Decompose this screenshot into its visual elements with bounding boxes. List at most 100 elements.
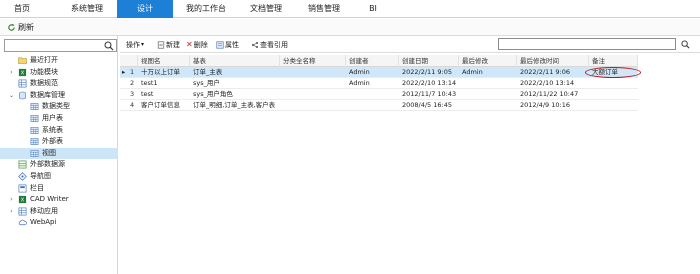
expand-icon[interactable]: › bbox=[8, 196, 15, 203]
new-document-icon bbox=[157, 40, 165, 49]
grid-search-box bbox=[498, 38, 676, 50]
refresh-button[interactable]: 刷新 bbox=[4, 21, 37, 34]
row-number: 4 bbox=[130, 101, 135, 109]
table-cell: 2012/11/7 10:43 bbox=[402, 90, 457, 98]
table-cell bbox=[280, 78, 346, 89]
table-cell: 客户订单信息 bbox=[141, 101, 180, 109]
delete-icon: ✕ bbox=[186, 40, 193, 49]
excel-icon: X bbox=[18, 68, 27, 77]
table-cell: 2012/4/9 10:16 bbox=[520, 101, 570, 109]
table-cell bbox=[280, 89, 346, 100]
tree-item-label: 数据库管理 bbox=[30, 90, 65, 99]
table-row[interactable]: 4 客户订单信息 订单_明细,订单_主表,客户表 2008/4/5 16:45 2012… bbox=[120, 100, 638, 111]
table-cell bbox=[346, 89, 399, 100]
tree-item-label: 系统表 bbox=[42, 125, 63, 134]
tree-item[interactable]: › X CAD Writer bbox=[0, 194, 118, 206]
table-icon bbox=[30, 137, 39, 146]
row-number: 3 bbox=[130, 90, 135, 98]
table-row[interactable]: 2 test1 sys_用户 Admin 2022/2/10 13:14 2022/2/1… bbox=[120, 78, 638, 89]
tab-sales-management[interactable]: 销售管理 bbox=[296, 0, 352, 18]
tree-item[interactable]: ⌄ 数据库管理 bbox=[0, 90, 118, 102]
tree-item[interactable]: 外部数据源 bbox=[0, 159, 118, 171]
table-cell: 2022/2/10 13:14 bbox=[520, 79, 575, 87]
tab-my-workbench[interactable]: 我的工作台 bbox=[176, 0, 236, 18]
table-cell: 2022/2/11 9:05 bbox=[402, 68, 452, 76]
table-cell: 订单_明细,订单_主表,客户表 bbox=[193, 101, 276, 109]
tree-item-label: 导航图 bbox=[30, 171, 51, 180]
tree-item-label: 移动应用 bbox=[30, 206, 58, 215]
expand-icon[interactable]: › bbox=[8, 69, 15, 76]
operate-menu-button[interactable]: 操作 ▾ bbox=[126, 39, 144, 50]
tree-item-label: CAD Writer bbox=[30, 195, 69, 204]
column-header[interactable]: 创建日期 bbox=[399, 55, 459, 67]
table-cell bbox=[459, 78, 517, 89]
tree-item[interactable]: 用户表 bbox=[0, 113, 118, 125]
table-cell bbox=[346, 100, 399, 111]
table-cell bbox=[280, 67, 346, 78]
column-header[interactable]: 基表 bbox=[190, 55, 280, 67]
column-header[interactable]: 视图名 bbox=[138, 55, 190, 67]
tab-system-management[interactable]: 系统管理 bbox=[58, 0, 116, 18]
tree-item-label: 用户表 bbox=[42, 113, 63, 122]
tree-item[interactable]: 数据类型 bbox=[0, 101, 118, 113]
grid-icon bbox=[18, 79, 27, 88]
properties-button[interactable]: 属性 bbox=[216, 39, 239, 50]
tab-bi[interactable]: BI bbox=[356, 0, 390, 18]
table-row[interactable]: 3 test sys_用户角色 2012/11/7 10:43 2012/11/22 1… bbox=[120, 89, 638, 100]
cloud-icon bbox=[18, 218, 27, 227]
tree-search-box bbox=[4, 39, 117, 52]
tree-item[interactable]: › 移动应用 bbox=[0, 206, 118, 218]
table-cell: 大额订单 bbox=[592, 68, 618, 76]
collapse-icon[interactable]: ⌄ bbox=[8, 92, 15, 99]
grid-icon bbox=[18, 207, 27, 216]
tree-item-label: 外部数据源 bbox=[30, 160, 65, 169]
table-icon bbox=[30, 102, 39, 111]
table-row[interactable]: ▸ 1 十万以上订单 订单_主表 Admin 2022/2/11 9:05 Admin 202… bbox=[120, 67, 641, 78]
tree-item[interactable]: 外部表 bbox=[0, 136, 118, 148]
column-header[interactable]: 分类全名称 bbox=[280, 55, 346, 67]
tree-item[interactable]: 最近打开 bbox=[0, 55, 118, 67]
grid-search-input[interactable] bbox=[499, 39, 669, 50]
datasource-icon bbox=[18, 160, 27, 169]
tab-design[interactable]: 设计 bbox=[117, 0, 173, 18]
tree-item[interactable]: WebApi bbox=[0, 217, 118, 229]
tab-home[interactable]: 首页 bbox=[0, 0, 44, 18]
tree-item-label: 数据规范 bbox=[30, 79, 58, 88]
expand-icon[interactable]: › bbox=[8, 208, 15, 215]
table-cell: Admin bbox=[349, 68, 370, 76]
column-header[interactable]: 创建者 bbox=[346, 55, 399, 67]
table-cell: 2008/4/5 16:45 bbox=[402, 101, 452, 109]
table-cell bbox=[459, 100, 517, 111]
table-cell: 十万以上订单 bbox=[141, 68, 180, 76]
new-button[interactable]: 新建 bbox=[157, 39, 180, 50]
delete-button[interactable]: ✕ 删除 bbox=[186, 39, 208, 50]
table-cell: test1 bbox=[141, 79, 158, 87]
tree-item[interactable]: 系统表 bbox=[0, 125, 118, 137]
grid-header: 视图名 基表 分类全名称 创建者 创建日期 最后修改 最后修改时间 备注 bbox=[120, 55, 638, 67]
tree-item[interactable]: 数据规范 bbox=[0, 78, 118, 90]
search-icon[interactable] bbox=[104, 41, 114, 51]
grid-search-button[interactable] bbox=[678, 38, 692, 50]
tree-search-input[interactable] bbox=[5, 40, 101, 51]
table-cell: 2012/11/22 10:47 bbox=[520, 90, 579, 98]
column-header[interactable]: 最后修改时间 bbox=[517, 55, 589, 67]
column-header[interactable]: 备注 bbox=[589, 55, 638, 67]
refresh-icon bbox=[8, 23, 15, 31]
column-header[interactable]: 最后修改 bbox=[459, 55, 517, 67]
excel-icon: X bbox=[18, 195, 27, 204]
views-grid: 视图名 基表 分类全名称 创建者 创建日期 最后修改 最后修改时间 备注 ▸ 1 十… bbox=[120, 55, 641, 111]
tab-document-management[interactable]: 文档管理 bbox=[238, 0, 294, 18]
tree-item[interactable]: 栏目 bbox=[0, 183, 118, 195]
tree-item[interactable]: › X 功能模块 bbox=[0, 67, 118, 79]
row-number: 1 bbox=[130, 68, 135, 76]
new-label: 新建 bbox=[166, 40, 180, 49]
tree-item[interactable]: 导航图 bbox=[0, 171, 118, 183]
tree-item[interactable]: 视图 bbox=[0, 147, 118, 160]
view-references-button[interactable]: 查看引用 bbox=[251, 39, 288, 50]
search-icon bbox=[680, 39, 689, 48]
tree-item-label: 数据类型 bbox=[42, 102, 70, 111]
